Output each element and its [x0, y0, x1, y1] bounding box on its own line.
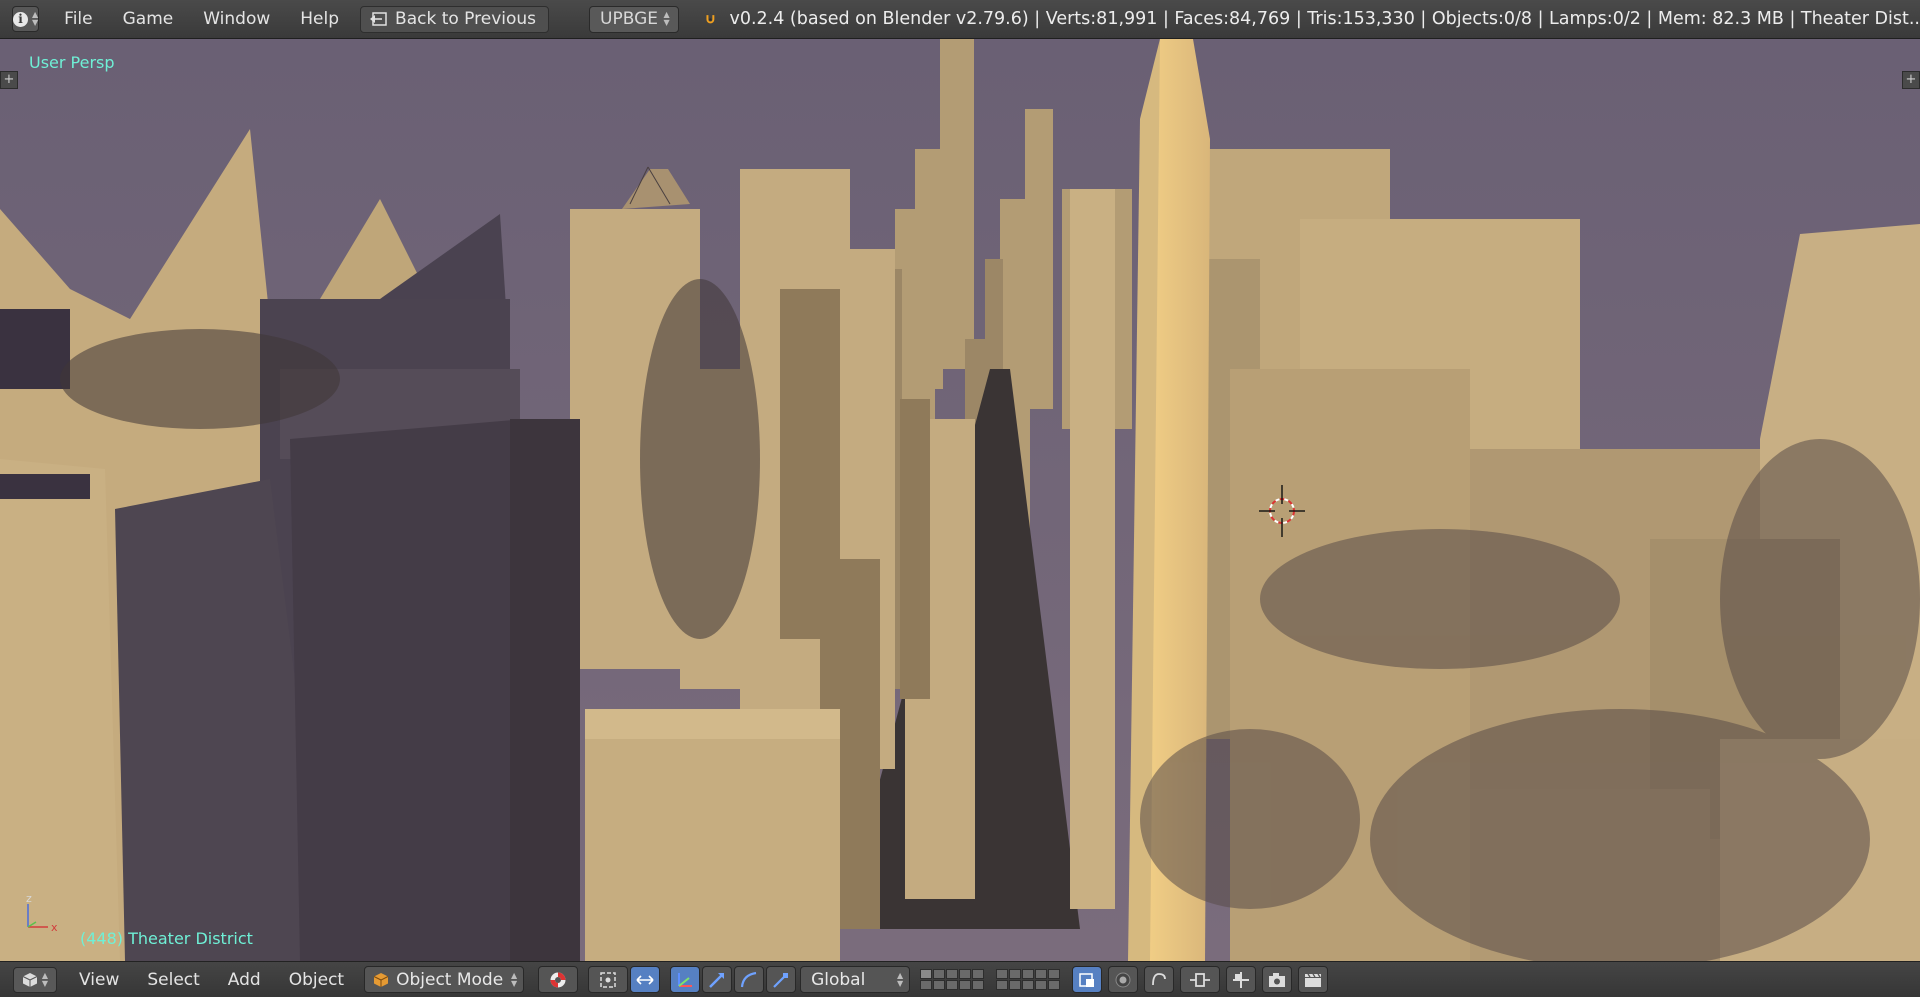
render-engine-value: UPBGE	[600, 9, 659, 29]
proportional-circle-icon	[1115, 972, 1131, 987]
back-to-previous-label: Back to Previous	[395, 9, 537, 29]
viewport-shading-button[interactable]	[538, 966, 579, 993]
upbge-logo-icon	[706, 15, 715, 24]
snap-element-button[interactable]	[1180, 966, 1221, 993]
info-header: i ▲ ▼ File Game Window Help Back to Previ…	[0, 0, 1920, 39]
snap-magnet-icon	[1190, 972, 1211, 987]
dropdown-arrows-icon: ▲ ▼	[510, 970, 518, 988]
properties-toggle-button[interactable]: +	[1902, 71, 1920, 89]
layer-icon[interactable]	[1009, 980, 1022, 990]
camera-render-icon	[1269, 972, 1286, 987]
menu-add[interactable]: Add	[214, 970, 275, 990]
render-opengl-animation-button[interactable]	[1298, 966, 1329, 993]
layer-icon[interactable]	[933, 980, 946, 990]
layer-icon[interactable]	[996, 969, 1009, 979]
rotate-manipulator-button[interactable]	[702, 966, 733, 993]
layer-icon[interactable]	[946, 980, 959, 990]
rotate-arc-button[interactable]	[734, 966, 765, 993]
layer-icon[interactable]	[1022, 969, 1035, 979]
layer-icon[interactable]	[946, 969, 959, 979]
3d-view-header: ▲ ▼ View Select Add Object Object Mode ▲ ▼	[0, 961, 1920, 997]
manipulator-arrows-icon	[636, 974, 654, 985]
transform-orientation-dropdown[interactable]: Global ▲ ▼	[800, 966, 911, 993]
scale-icon	[773, 972, 789, 988]
interaction-mode-dropdown[interactable]: Object Mode ▲ ▼	[364, 966, 525, 993]
menu-object[interactable]: Object	[275, 970, 358, 990]
falloff-curve-icon	[1152, 972, 1166, 985]
back-to-previous-button[interactable]: Back to Previous	[360, 5, 550, 33]
object-mode-cube-icon	[373, 972, 389, 987]
snap-target-icon	[1233, 971, 1250, 988]
toolshelf-toggle-button[interactable]: +	[0, 71, 18, 89]
layer-icon[interactable]	[1048, 980, 1061, 990]
menu-view[interactable]: View	[65, 970, 133, 990]
shading-lifebuoy-icon	[550, 972, 566, 987]
city-scene-render	[0, 39, 1920, 961]
pivot-icon	[600, 971, 616, 988]
layers-lock-icon	[1079, 972, 1095, 987]
interaction-mode-value: Object Mode	[396, 969, 504, 990]
layer-icon[interactable]	[1035, 980, 1048, 990]
dropdown-arrows-icon: ▲ ▼	[663, 10, 670, 27]
3d-viewport[interactable]: User Persp + + z x (448) Theater Distric…	[0, 39, 1920, 961]
pivot-point-button[interactable]	[588, 966, 629, 993]
3d-cursor-icon[interactable]	[1259, 485, 1305, 537]
proportional-falloff-button[interactable]	[1144, 966, 1175, 993]
updown-arrows-icon: ▲ ▼	[41, 970, 49, 988]
clapper-icon	[1305, 973, 1322, 987]
layers-group-1[interactable]	[920, 969, 985, 990]
layer-icon[interactable]	[972, 980, 985, 990]
editor-type-button[interactable]: i ▲ ▼	[12, 6, 40, 32]
layer-icon[interactable]	[972, 969, 985, 979]
translate-manipulator-button[interactable]	[670, 966, 701, 993]
top-menu: File Game Window Help	[49, 9, 354, 29]
manipulator-toggle-button[interactable]	[630, 966, 661, 993]
layer-icon[interactable]	[1035, 969, 1048, 979]
axis-gizmo-icon: z x	[26, 892, 58, 934]
layer-icon[interactable]	[1009, 969, 1022, 979]
layer-icon[interactable]	[1048, 969, 1061, 979]
3d-view-editor-type-button[interactable]: ▲ ▼	[13, 966, 57, 993]
layer-icon[interactable]	[959, 969, 972, 979]
menu-help[interactable]: Help	[285, 9, 354, 29]
layers-group-2[interactable]	[996, 969, 1061, 990]
layer-icon[interactable]	[996, 980, 1009, 990]
lock-camera-layers-button[interactable]	[1072, 966, 1103, 993]
render-opengl-image-button[interactable]	[1262, 966, 1293, 993]
rotate-arrow-icon	[709, 972, 725, 988]
dropdown-arrows-icon: ▲ ▼	[896, 970, 904, 988]
menu-select[interactable]: Select	[133, 970, 213, 990]
info-icon: i	[13, 11, 28, 27]
scale-manipulator-button[interactable]	[766, 966, 797, 993]
snap-target-button[interactable]	[1226, 966, 1257, 993]
rotate-arc-icon	[740, 971, 757, 987]
scene-statistics: v0.2.4 (based on Blender v2.79.6) | Vert…	[729, 9, 1920, 29]
layer-icon[interactable]	[920, 980, 933, 990]
menu-file[interactable]: File	[49, 9, 107, 29]
back-icon	[370, 12, 387, 26]
layer-icon[interactable]	[1022, 980, 1035, 990]
axis-x-label: x	[51, 921, 58, 934]
render-engine-dropdown[interactable]: UPBGE ▲ ▼	[589, 5, 679, 33]
active-object-label: (448) Theater District	[80, 929, 253, 948]
axis-z-label: z	[26, 892, 32, 905]
updown-arrows-icon: ▲ ▼	[32, 10, 39, 27]
view-perspective-label: User Persp	[29, 53, 115, 72]
layer-icon[interactable]	[933, 969, 946, 979]
cube-editor-icon	[22, 972, 38, 987]
proportional-editing-button[interactable]	[1108, 966, 1139, 993]
view3d-menu: View Select Add Object	[65, 970, 358, 990]
axis-translate-icon	[678, 972, 693, 987]
menu-game[interactable]: Game	[108, 9, 189, 29]
menu-window[interactable]: Window	[188, 9, 285, 29]
layer-1-icon[interactable]	[920, 969, 933, 979]
layer-icon[interactable]	[959, 980, 972, 990]
transform-orientation-value: Global	[811, 969, 866, 990]
